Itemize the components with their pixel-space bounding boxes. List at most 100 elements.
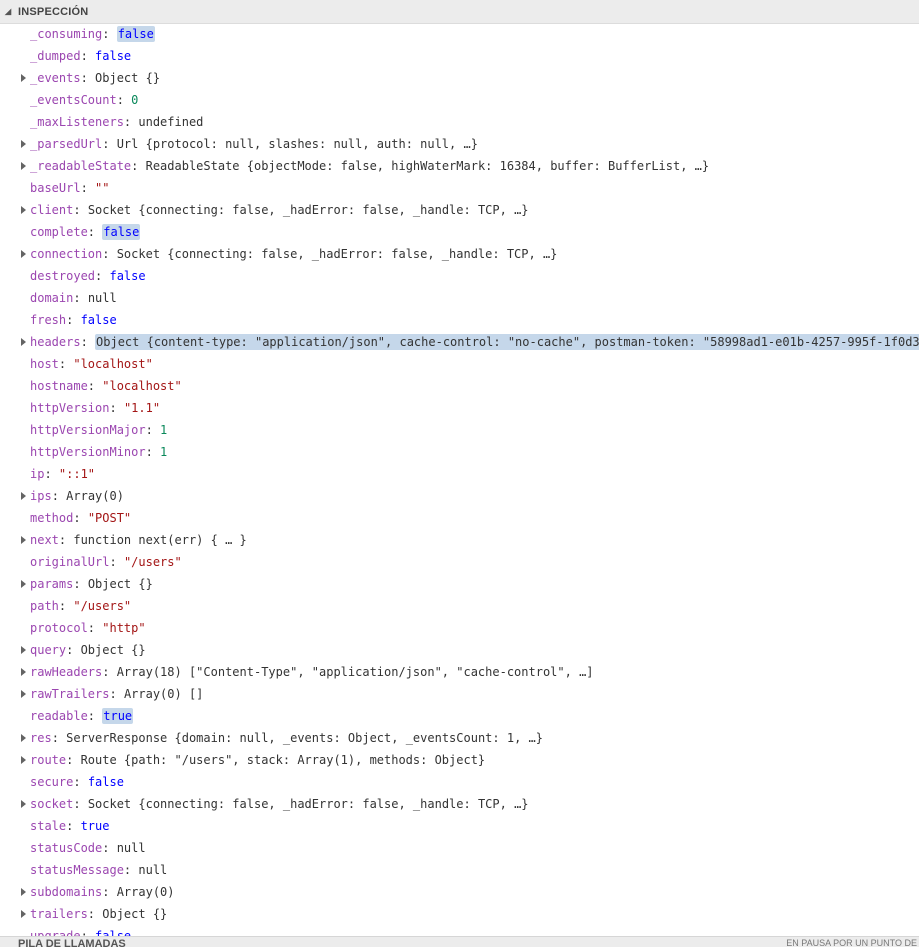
expand-arrow-icon[interactable]	[19, 199, 27, 221]
variable-row[interactable]: secure: false	[0, 771, 919, 793]
variable-row[interactable]: httpVersionMinor: 1	[0, 441, 919, 463]
expand-arrow-icon[interactable]	[19, 683, 27, 705]
variable-row[interactable]: connection: Socket {connecting: false, _…	[0, 243, 919, 265]
variable-row[interactable]: client: Socket {connecting: false, _hadE…	[0, 199, 919, 221]
variable-value[interactable]: false	[81, 313, 117, 327]
variable-row[interactable]: params: Object {}	[0, 573, 919, 595]
variable-row[interactable]: next: function next(err) { … }	[0, 529, 919, 551]
variable-value[interactable]: false	[116, 26, 155, 42]
variable-row[interactable]: _consuming: false	[0, 23, 919, 45]
variable-value[interactable]: Object {}	[88, 577, 153, 591]
variable-value[interactable]: ""	[95, 181, 109, 195]
call-stack-section-header[interactable]: PILA DE LLAMADAS EN PAUSA POR UN PUNTO D…	[0, 936, 919, 947]
variable-value[interactable]: "/users"	[124, 555, 182, 569]
variable-value[interactable]: 1	[160, 423, 167, 437]
variable-value[interactable]: ReadableState {objectMode: false, highWa…	[146, 159, 710, 173]
expand-arrow-icon[interactable]	[19, 573, 27, 595]
variable-value[interactable]: false	[109, 269, 145, 283]
variable-row[interactable]: destroyed: false	[0, 265, 919, 287]
variable-value[interactable]: Socket {connecting: false, _hadError: fa…	[117, 247, 558, 261]
variable-value[interactable]: Url {protocol: null, slashes: null, auth…	[117, 137, 478, 151]
variable-value[interactable]: false	[88, 775, 124, 789]
variable-row[interactable]: fresh: false	[0, 309, 919, 331]
variable-row[interactable]: subdomains: Array(0)	[0, 881, 919, 903]
variable-row[interactable]: statusMessage: null	[0, 859, 919, 881]
variable-row[interactable]: _parsedUrl: Url {protocol: null, slashes…	[0, 133, 919, 155]
variable-row[interactable]: stale: true	[0, 815, 919, 837]
variable-value[interactable]: "localhost"	[102, 379, 181, 393]
variable-row[interactable]: _eventsCount: 0	[0, 89, 919, 111]
variable-row[interactable]: host: "localhost"	[0, 353, 919, 375]
expand-arrow-icon[interactable]	[19, 881, 27, 903]
variable-value[interactable]: true	[102, 708, 134, 724]
variable-row[interactable]: protocol: "http"	[0, 617, 919, 639]
variable-row[interactable]: _maxListeners: undefined	[0, 111, 919, 133]
variable-value[interactable]: "1.1"	[124, 401, 160, 415]
variable-value[interactable]: function next(err) { … }	[73, 533, 246, 547]
watch-section-header[interactable]: ◢ INSPECCIÓN	[0, 0, 919, 24]
variable-row[interactable]: httpVersion: "1.1"	[0, 397, 919, 419]
variable-row[interactable]: ip: "::1"	[0, 463, 919, 485]
variable-value[interactable]: false	[95, 49, 131, 63]
variable-row[interactable]: httpVersionMajor: 1	[0, 419, 919, 441]
variable-value[interactable]: "localhost"	[73, 357, 152, 371]
expand-arrow-icon[interactable]	[19, 749, 27, 771]
variable-value[interactable]: null	[117, 841, 146, 855]
expand-arrow-icon[interactable]	[19, 529, 27, 551]
variable-row[interactable]: statusCode: null	[0, 837, 919, 859]
variable-value[interactable]: null	[88, 291, 117, 305]
variable-row[interactable]: baseUrl: ""	[0, 177, 919, 199]
variable-value[interactable]: Object {}	[102, 907, 167, 921]
expand-arrow-icon[interactable]	[19, 243, 27, 265]
variable-value[interactable]: null	[138, 863, 167, 877]
variable-value[interactable]: ServerResponse {domain: null, _events: O…	[66, 731, 543, 745]
variable-row[interactable]: _readableState: ReadableState {objectMod…	[0, 155, 919, 177]
expand-arrow-icon[interactable]	[19, 793, 27, 815]
expand-arrow-icon[interactable]	[19, 155, 27, 177]
expand-arrow-icon[interactable]	[19, 661, 27, 683]
variable-row[interactable]: complete: false	[0, 221, 919, 243]
variable-value[interactable]: "::1"	[59, 467, 95, 481]
variable-row[interactable]: rawHeaders: Array(18) ["Content-Type", "…	[0, 661, 919, 683]
chevron-down-icon[interactable]: ◢	[5, 7, 13, 16]
variable-value[interactable]: "http"	[102, 621, 145, 635]
variable-value[interactable]: 0	[131, 93, 138, 107]
variable-value[interactable]: Array(0) []	[124, 687, 203, 701]
variable-row[interactable]: hostname: "localhost"	[0, 375, 919, 397]
variable-row[interactable]: res: ServerResponse {domain: null, _even…	[0, 727, 919, 749]
variable-row[interactable]: ips: Array(0)	[0, 485, 919, 507]
expand-arrow-icon[interactable]	[19, 67, 27, 89]
expand-arrow-icon[interactable]	[19, 133, 27, 155]
variable-value[interactable]: Object {content-type: "application/json"…	[95, 334, 919, 350]
variable-value[interactable]: Object {}	[81, 643, 146, 657]
variable-row[interactable]: rawTrailers: Array(0) []	[0, 683, 919, 705]
variable-row[interactable]: path: "/users"	[0, 595, 919, 617]
expand-arrow-icon[interactable]	[19, 485, 27, 507]
variable-row[interactable]: trailers: Object {}	[0, 903, 919, 925]
variable-row[interactable]: originalUrl: "/users"	[0, 551, 919, 573]
variable-value[interactable]: Array(18) ["Content-Type", "application/…	[117, 665, 594, 679]
variable-row[interactable]: socket: Socket {connecting: false, _hadE…	[0, 793, 919, 815]
variable-value[interactable]: Array(0)	[66, 489, 124, 503]
variable-value[interactable]: "/users"	[73, 599, 131, 613]
variable-value[interactable]: false	[102, 224, 141, 240]
variable-row[interactable]: method: "POST"	[0, 507, 919, 529]
expand-arrow-icon[interactable]	[19, 727, 27, 749]
variable-value[interactable]: Object {}	[95, 71, 160, 85]
variable-value[interactable]: "POST"	[88, 511, 131, 525]
variable-row[interactable]: domain: null	[0, 287, 919, 309]
variable-row[interactable]: readable: true	[0, 705, 919, 727]
expand-arrow-icon[interactable]	[19, 903, 27, 925]
variable-row[interactable]: query: Object {}	[0, 639, 919, 661]
variable-row[interactable]: headers: Object {content-type: "applicat…	[0, 331, 919, 353]
variable-value[interactable]: Route {path: "/users", stack: Array(1), …	[81, 753, 486, 767]
variable-value[interactable]: undefined	[138, 115, 203, 129]
variable-value[interactable]: Array(0)	[117, 885, 175, 899]
variable-value[interactable]: Socket {connecting: false, _hadError: fa…	[88, 203, 529, 217]
variable-row[interactable]: _events: Object {}	[0, 67, 919, 89]
expand-arrow-icon[interactable]	[19, 639, 27, 661]
variable-value[interactable]: 1	[160, 445, 167, 459]
variable-row[interactable]: _dumped: false	[0, 45, 919, 67]
variable-value[interactable]: true	[81, 819, 110, 833]
expand-arrow-icon[interactable]	[19, 331, 27, 353]
